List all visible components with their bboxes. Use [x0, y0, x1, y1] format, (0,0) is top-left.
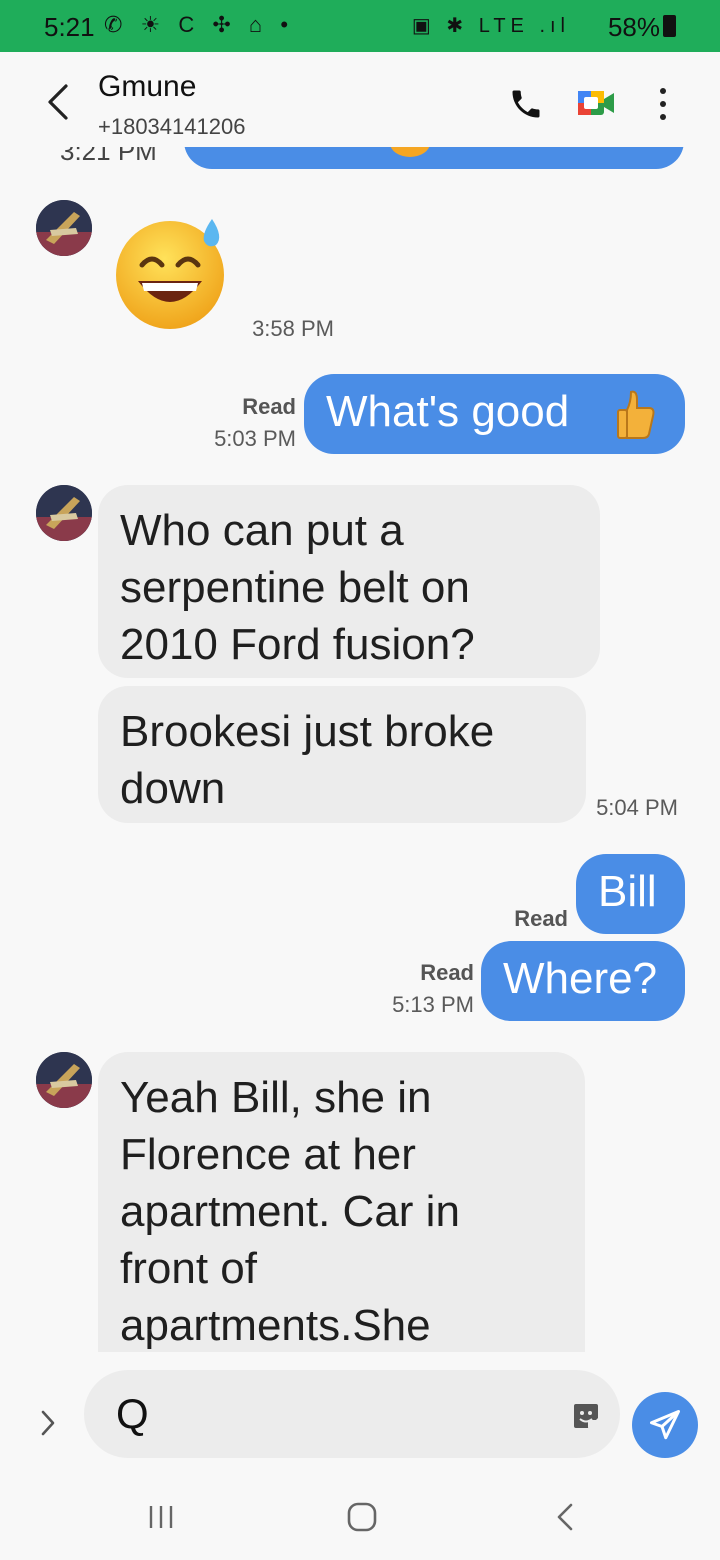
message-time: 3:21 PM — [60, 147, 157, 166]
outgoing-message-bubble[interactable] — [184, 147, 684, 169]
message-text: Yeah Bill, she in Florence at her apartm… — [120, 1073, 460, 1350]
back-arrow-icon[interactable] — [44, 82, 74, 122]
send-arrow-icon — [650, 1410, 680, 1440]
nav-back-icon[interactable] — [554, 1502, 576, 1532]
read-receipt: Read 5:03 PM — [180, 391, 296, 455]
read-receipt: Read — [500, 903, 568, 935]
home-icon[interactable] — [346, 1502, 378, 1532]
message-text: Brookesi just broke down — [120, 707, 495, 813]
avatar-image — [36, 200, 92, 256]
message-text: Who can put a serpentine belt on 2010 Fo… — [120, 506, 475, 669]
message-text: What's good — [326, 387, 570, 436]
more-options-icon[interactable] — [656, 86, 670, 122]
read-status: Read — [242, 394, 296, 419]
read-status: Read — [420, 960, 474, 985]
avatar-image — [36, 485, 92, 541]
emoji-icon — [390, 147, 430, 157]
message-time: 5:13 PM — [392, 992, 474, 1017]
incoming-message-bubble[interactable]: Brookesi just broke down — [98, 686, 586, 823]
contact-avatar[interactable] — [36, 485, 92, 541]
contact-number: +18034141206 — [98, 114, 246, 139]
avatar-image — [36, 1052, 92, 1108]
contact-avatar[interactable] — [36, 1052, 92, 1108]
battery-percent: 58% — [607, 12, 660, 42]
system-icons: ▣ ✱ LTE .ıl — [411, 15, 570, 37]
message-input-value: Q — [116, 1390, 149, 1437]
outgoing-message-bubble[interactable]: Where? — [481, 941, 685, 1021]
conversation-header: Gmune +18034141206 — [0, 52, 720, 147]
expand-chevron-icon[interactable] — [38, 1408, 58, 1438]
message-time: 5:03 PM — [214, 426, 296, 451]
sticker-icon[interactable] — [570, 1400, 602, 1432]
system-nav-bar — [0, 1472, 720, 1560]
read-status: Read — [514, 906, 568, 931]
incoming-message-bubble[interactable]: Who can put a serpentine belt on 2010 Fo… — [98, 485, 600, 678]
contact-name[interactable]: Gmune — [98, 70, 196, 104]
outgoing-message-bubble[interactable]: Bill — [576, 854, 685, 934]
video-call-icon[interactable] — [576, 88, 616, 118]
read-receipt: Read 5:13 PM — [360, 957, 474, 1021]
message-text: Bill — [598, 867, 657, 916]
incoming-message-bubble[interactable]: Yeah Bill, she in Florence at her apartm… — [98, 1052, 585, 1352]
contact-avatar[interactable] — [36, 200, 92, 256]
status-bar: 5:21 ✆ ☀ C ✣ ⌂ • ▣ ✱ LTE .ıl 58% — [0, 0, 720, 52]
message-time: 5:04 PM — [596, 795, 678, 820]
message-composer: Q — [0, 1352, 720, 1472]
battery-icon — [663, 15, 676, 37]
notification-icons: ✆ ☀ C ✣ ⌂ • — [104, 12, 295, 37]
outgoing-message-bubble[interactable]: What's good — [304, 374, 685, 454]
message-time: 3:58 PM — [252, 316, 334, 341]
thumbs-up-emoji — [617, 390, 655, 439]
phone-call-icon[interactable] — [508, 86, 544, 122]
message-input[interactable]: Q — [84, 1370, 620, 1458]
message-list[interactable]: 3:21 PM 3:58 PM Read 5:03 PM What's good… — [0, 147, 720, 1352]
status-time: 5:21 — [44, 12, 95, 42]
recent-apps-icon[interactable] — [146, 1502, 176, 1532]
send-button[interactable] — [632, 1392, 698, 1458]
message-text: Where? — [503, 954, 658, 1003]
